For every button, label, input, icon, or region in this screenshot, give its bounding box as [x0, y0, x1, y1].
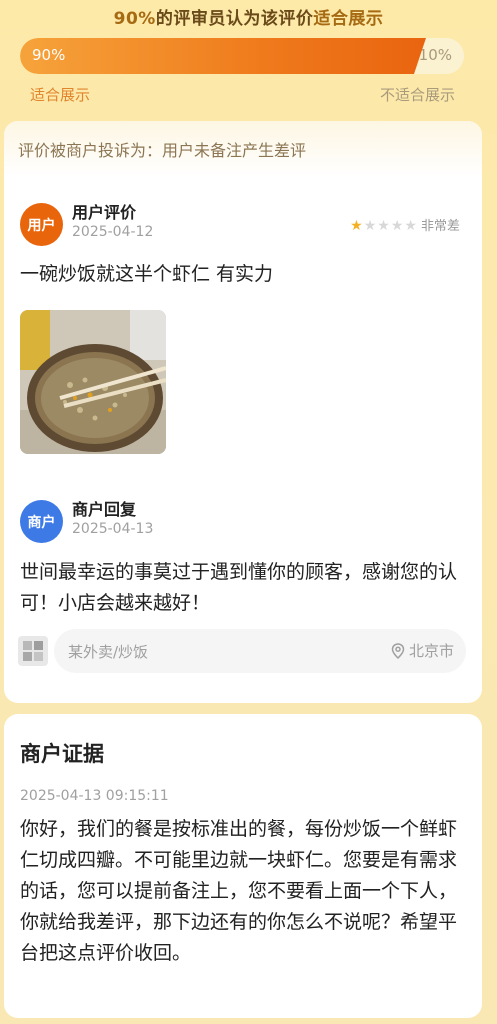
star-empty-icon: ★	[377, 218, 390, 234]
evidence-time: 2025-04-13 09:15:11	[20, 788, 169, 804]
evidence-title: 商户证据	[20, 742, 104, 766]
user-avatar: 用户	[20, 203, 63, 246]
merchant-reply-text: 世间最幸运的事莫过于遇到懂你的顾客，感谢您的认可！小店会越来越好！	[20, 561, 458, 614]
vote-no-percent: 10%	[418, 46, 452, 64]
shop-pill[interactable]: 某外卖/炒饭 北京市	[54, 629, 466, 673]
star-empty-icon: ★	[363, 218, 377, 234]
vote-progress-bar: 10% 90%	[20, 38, 464, 74]
vote-yes-segment: 90%	[20, 38, 426, 74]
complaint-reason: 评价被商户投诉为：用户未备注产生差评	[4, 121, 482, 177]
merchant-reply-title: 商户回复	[72, 500, 137, 519]
user-review-text: 一碗炒饭就这半个虾仁 有实力	[20, 263, 274, 285]
vote-no-label: 不适合展示	[379, 86, 455, 104]
shop-thumbnail-icon	[18, 636, 48, 666]
verdict-text: 的评审员认为该评价	[155, 9, 314, 29]
verdict-result: 适合展示	[313, 9, 384, 29]
location-pin-icon	[391, 642, 405, 659]
review-photo[interactable]	[20, 310, 166, 454]
stars-group: ★★★★★	[350, 215, 418, 234]
verdict-title: 90%的评审员认为该评价适合展示	[0, 4, 497, 29]
star-rating: ★★★★★ 非常差	[350, 215, 460, 234]
verdict-percent: 90%	[113, 9, 156, 29]
shop-location-text: 北京市	[408, 642, 454, 660]
star-empty-icon: ★	[404, 218, 417, 234]
shop-name: 某外卖/炒饭	[68, 643, 149, 661]
shop-location: 北京市	[391, 640, 454, 661]
vote-yes-label: 适合展示	[30, 86, 91, 104]
vote-yes-percent: 90%	[32, 46, 66, 64]
user-review-title: 用户评价	[72, 203, 137, 222]
evidence-text: 你好，我们的餐是按标准出的餐，每份炒饭一个鲜虾仁切成四瓣。不可能里边就一块虾仁。…	[20, 818, 458, 964]
star-filled-icon: ★	[350, 218, 363, 234]
evidence-card: 商户证据 2025-04-13 09:15:11 你好，我们的餐是按标准出的餐，…	[4, 714, 482, 1018]
rating-text: 非常差	[420, 219, 460, 234]
star-empty-icon: ★	[390, 218, 404, 234]
review-card: 评价被商户投诉为：用户未备注产生差评 用户 用户评价 2025-04-12 ★★…	[4, 121, 482, 703]
merchant-reply-date: 2025-04-13	[72, 521, 154, 537]
merchant-avatar: 商户	[20, 500, 63, 543]
fried-rice-photo-icon	[20, 310, 166, 454]
user-review-date: 2025-04-12	[72, 224, 154, 240]
shop-info-bar[interactable]: 某外卖/炒饭 北京市	[18, 629, 466, 673]
